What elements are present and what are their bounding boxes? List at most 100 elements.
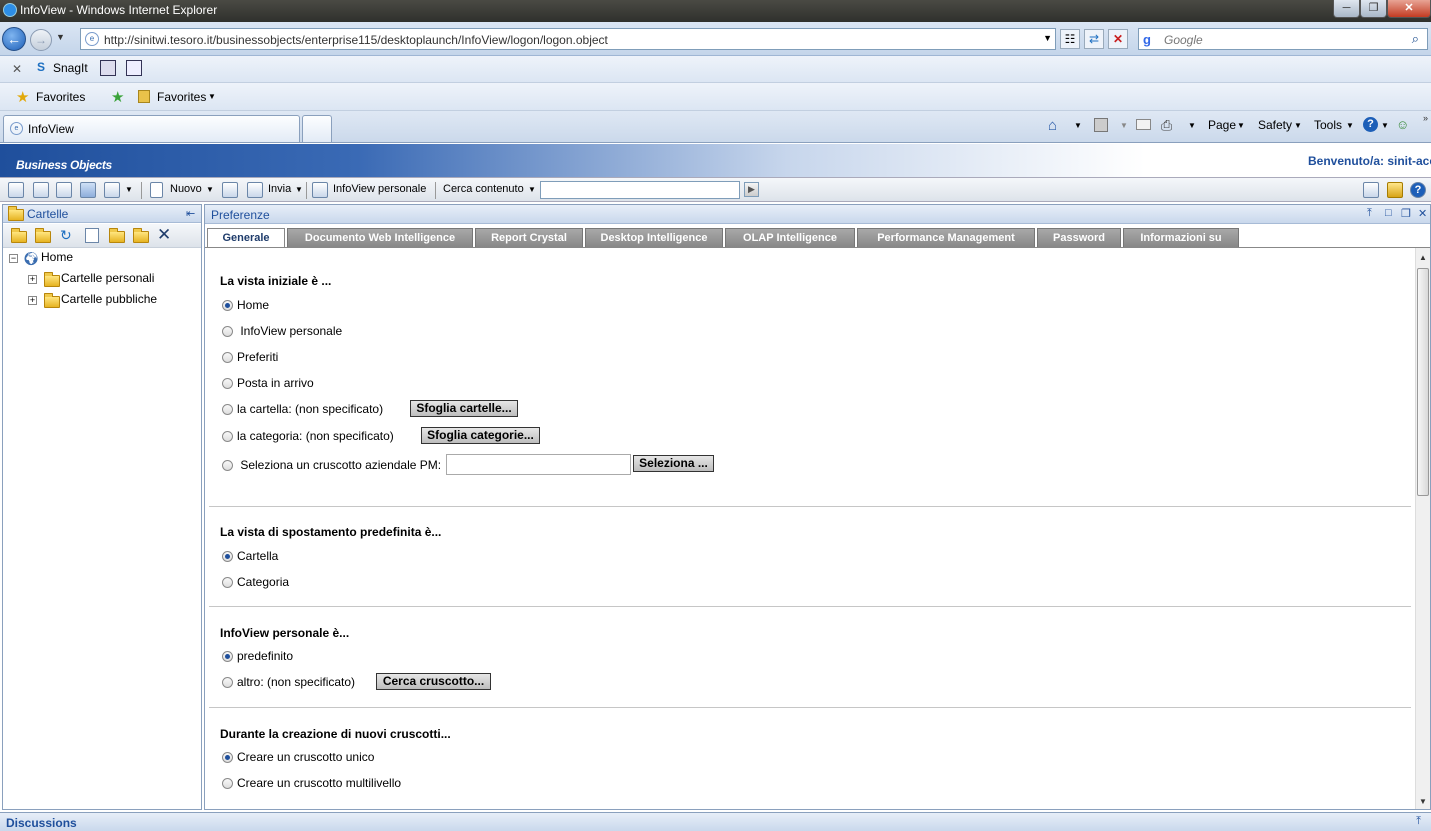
collapse-home-icon[interactable]: − [9,254,18,263]
pin-icon[interactable]: ⤒ [1367,207,1372,220]
tab-informazioni-su[interactable]: Informazioni su [1123,228,1239,248]
option-categoria[interactable]: Categoria [222,575,289,589]
option-la-categoria[interactable]: la categoria: (non specificato) [222,429,394,443]
inbox-icon[interactable] [33,182,49,198]
help-dropdown-icon[interactable]: ▼ [1381,121,1389,130]
editor-icon[interactable] [126,60,142,76]
option-cartella[interactable]: Cartella [222,549,278,563]
tree-item-cartelle-personali[interactable]: Cartelle personali [61,271,154,285]
new-tab-button[interactable] [302,115,332,142]
mail-icon[interactable] [1136,119,1151,130]
radio-icon[interactable] [222,378,233,389]
radio-icon[interactable] [222,352,233,363]
cruscotto-pm-input[interactable] [446,454,631,475]
safety-dropdown-icon[interactable]: ▼ [1294,121,1302,130]
history-dropdown-icon[interactable]: ▼ [56,32,65,42]
refresh-icon[interactable]: ⇄ [1084,29,1104,49]
search-input[interactable]: g Google ⌕ [1138,28,1428,50]
capture-icon[interactable] [100,60,116,76]
print-icon[interactable]: ⎙ [1161,117,1172,134]
tab-password[interactable]: Password [1037,228,1121,248]
option-posta-in-arrivo[interactable]: Posta in arrivo [222,376,314,390]
snagit-button[interactable]: SnagIt [53,61,88,75]
tab-report-crystal[interactable]: Report Crystal [475,228,583,248]
option-cruscotto-multilivello[interactable]: Creare un cruscotto multilivello [222,776,401,790]
stop-icon[interactable]: ✕ [1108,29,1128,49]
sfoglia-cartelle-button[interactable]: Sfoglia cartelle... [410,400,518,417]
tab-olap-intelligence[interactable]: OLAP Intelligence [725,228,855,248]
print-dropdown-icon[interactable]: ▼ [1188,121,1196,130]
content-search-input[interactable] [540,181,740,199]
address-dropdown-icon[interactable]: ▼ [1043,33,1052,43]
tree-item-cartelle-pubbliche[interactable]: Cartelle pubbliche [61,292,157,306]
nuovo-dropdown-icon[interactable]: ▼ [206,185,214,194]
tools-dropdown-icon[interactable]: ▼ [1346,121,1354,130]
tab-generale[interactable]: Generale [207,228,285,248]
radio-icon[interactable] [222,404,233,415]
vertical-scrollbar[interactable]: ▲ ▼ [1415,248,1430,809]
scroll-down-icon[interactable]: ▼ [1419,797,1427,806]
favorites-menu[interactable]: Favorites [157,90,206,104]
infoview-personale-button[interactable]: InfoView personale [333,183,426,195]
maximize-button[interactable]: ❐ [1360,0,1387,18]
restore-icon[interactable]: □ [1385,207,1392,219]
tree-view-icon[interactable] [80,182,96,198]
radio-icon[interactable] [222,551,233,562]
cerca-cruscotto-button[interactable]: Cerca cruscotto... [376,673,491,690]
cerca-contenuto-button[interactable]: Cerca contenuto [443,183,524,195]
invia-dropdown-icon[interactable]: ▼ [295,185,303,194]
expand-icon[interactable]: + [28,296,37,305]
refresh-list-icon[interactable] [222,182,238,198]
radio-icon[interactable] [222,326,233,337]
invia-button[interactable]: Invia [268,183,291,195]
chevron-right-icon[interactable]: » [1423,113,1428,123]
radio-icon[interactable] [222,300,233,311]
tab-desktop-intelligence[interactable]: Desktop Intelligence [585,228,723,248]
lock-icon[interactable] [1387,182,1403,198]
tree-item-home[interactable]: Home [41,250,73,264]
option-la-cartella[interactable]: la cartella: (non specificato) [222,402,383,416]
document-list-icon[interactable] [8,182,24,198]
compatibility-icon[interactable]: ☷ [1060,29,1080,49]
scrollbar-thumb[interactable] [1417,268,1429,496]
expand-icon[interactable]: + [28,275,37,284]
preferences-icon[interactable] [1363,182,1379,198]
new-folder-icon[interactable] [11,228,27,243]
collapse-panel-icon[interactable]: ⇤ [186,207,195,220]
search-icon[interactable]: ⌕ [1412,31,1419,47]
radio-icon[interactable] [222,651,233,662]
favorites-dropdown-icon[interactable]: ▼ [208,92,216,101]
address-input[interactable]: e http://sinitwi.tesoro.it/businessobjec… [80,28,1056,50]
seleziona-button[interactable]: Seleziona ... [633,455,714,472]
refresh-icon[interactable]: ↻ [60,227,72,244]
delete-icon[interactable]: ✕ [157,225,171,245]
tab-performance-management[interactable]: Performance Management [857,228,1035,248]
page-dropdown-icon[interactable]: ▼ [1237,121,1245,130]
browser-tab-infoview[interactable]: e InfoView [3,115,300,142]
close-button[interactable]: ✕ [1387,0,1431,18]
home-dropdown-icon[interactable]: ▼ [1074,121,1082,130]
radio-icon[interactable] [222,778,233,789]
safety-menu[interactable]: Safety [1258,118,1292,132]
discussions-bar[interactable]: Discussions ⤒ [0,812,1431,831]
help-icon[interactable]: ? [1410,182,1426,198]
option-predefinito[interactable]: predefinito [222,649,293,663]
radio-icon[interactable] [222,677,233,688]
radio-icon[interactable] [222,431,233,442]
option-home[interactable]: Home [222,298,269,312]
add-favorite-icon[interactable]: ★ [111,88,124,106]
infoview-personale-icon[interactable] [312,182,328,198]
sfoglia-categorie-button[interactable]: Sfoglia categorie... [421,427,540,444]
feeds-icon[interactable] [1094,118,1108,132]
properties-icon[interactable] [85,228,99,243]
scroll-up-icon[interactable]: ▲ [1419,253,1427,262]
tools-menu[interactable]: Tools [1314,118,1342,132]
new-document-icon[interactable] [150,182,163,198]
minimize-button[interactable]: ─ [1333,0,1360,18]
home-icon[interactable]: ⌂ [1048,117,1057,134]
option-cruscotto-unico[interactable]: Creare un cruscotto unico [222,750,374,764]
radio-icon[interactable] [222,460,233,471]
move-folder-icon[interactable] [109,228,125,243]
help-icon[interactable]: ? [1363,117,1378,132]
view-dropdown-icon[interactable]: ▼ [125,185,133,194]
